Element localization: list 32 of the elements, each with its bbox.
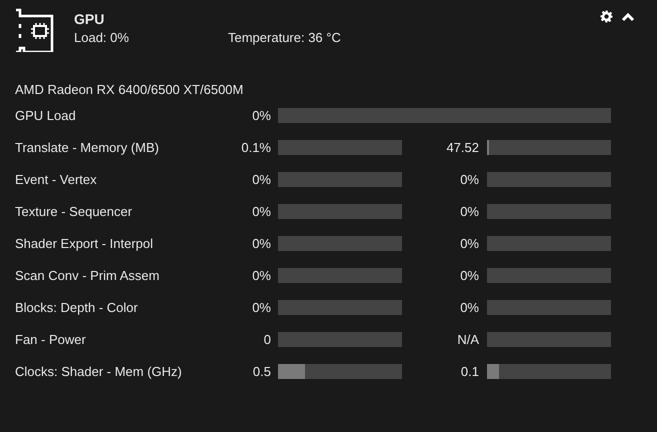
card-title: GPU <box>74 10 106 28</box>
metric-value: 0% <box>460 202 479 221</box>
metric-value: 0% <box>252 202 271 221</box>
metric-label: Translate - Memory (MB) <box>15 138 160 157</box>
metric-value: 0.1% <box>241 138 271 157</box>
load-text: Load: 0% <box>74 29 130 47</box>
metric-value: 0 <box>264 330 271 349</box>
metric-value: 0% <box>460 298 479 317</box>
metric-value: N/A <box>457 330 479 349</box>
settings-icon[interactable] <box>600 10 613 23</box>
metric-value: 0% <box>460 234 479 253</box>
metric-value: 0% <box>252 170 271 189</box>
metric-label: Shader Export - Interpol <box>15 234 154 253</box>
metric-label: Event - Vertex <box>15 170 98 189</box>
metric-value: 0% <box>252 266 271 285</box>
metric-value: 0% <box>460 266 479 285</box>
metric-label: Scan Conv - Prim Assem <box>15 266 160 285</box>
metric-label: Clocks: Shader - Mem (GHz) <box>15 362 183 381</box>
metric-value: 0% <box>252 234 271 253</box>
metric-label: Fan - Power <box>15 330 87 349</box>
device-name: AMD Radeon RX 6400/6500 XT/6500M <box>15 81 244 99</box>
temperature-text: Temperature: 36 °C <box>228 29 341 47</box>
metric-label: Texture - Sequencer <box>15 202 134 221</box>
metric-value: 0% <box>252 298 271 317</box>
metric-value: 0.5 <box>252 362 271 381</box>
metric-label: Blocks: Depth - Color <box>15 298 139 317</box>
metric-label: GPU Load <box>15 106 77 125</box>
metric-value: 0.1 <box>460 362 479 381</box>
collapse-icon[interactable] <box>621 12 635 22</box>
metric-value: 0% <box>252 106 271 125</box>
metric-value: 47.52 <box>446 138 479 157</box>
metric-value: 0% <box>460 170 479 189</box>
